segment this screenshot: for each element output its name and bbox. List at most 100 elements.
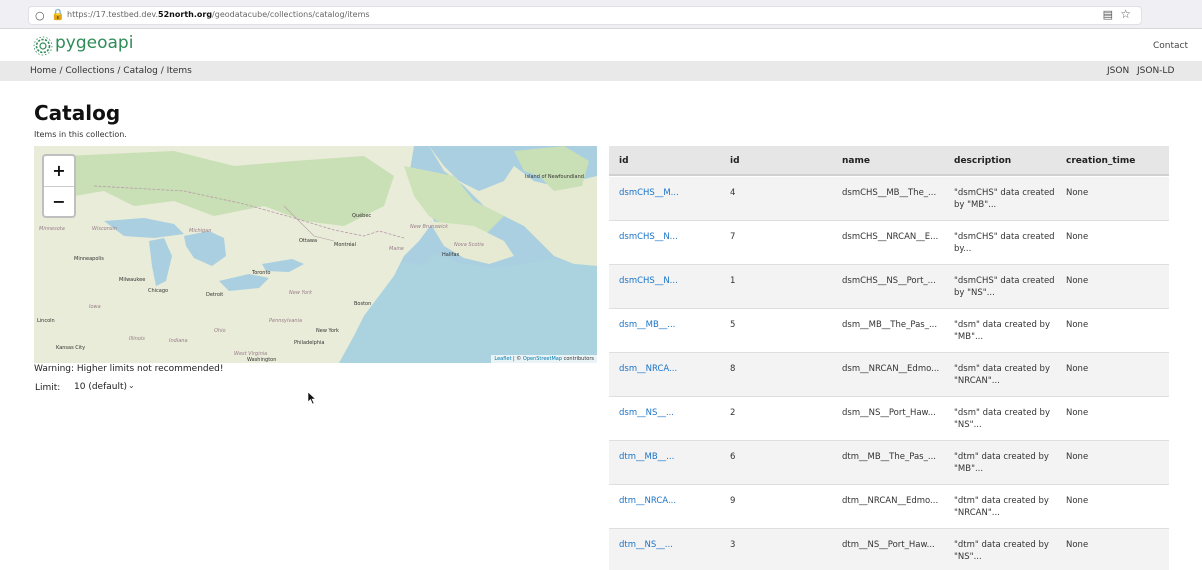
item-creation-time: None [1066,188,1089,198]
map-label-maine: Maine [389,246,405,252]
item-link[interactable]: dtm__NRCA... [619,495,676,507]
map-label-kansas-city: Kansas City [56,345,86,351]
breadcrumb[interactable]: Home / Collections / Catalog / Items [30,66,192,76]
map-label-washington: Washington [247,357,277,363]
browser-toolbar: ○ 🔒 https://17.testbed.dev.52north.org/g… [0,0,1202,29]
column-header-name[interactable]: name [842,156,870,166]
page-subtitle: Items in this collection. [34,130,127,139]
map-attribution: Leaflet | © OpenStreetMap contributors [491,355,597,363]
map-label-montreal: Montréal [334,242,356,248]
item-id: 1 [730,276,736,286]
table-row: dsmCHS__N... 7 dsmCHS__NRCAN__E... "dsmC… [609,221,1169,265]
limit-warning: Warning: Higher limits not recommended! [34,364,224,374]
map-zoom-control: + − [42,154,76,218]
item-id: 6 [730,452,736,462]
item-creation-time: None [1066,408,1089,418]
site-header [0,29,1202,60]
table-row: dsm__NS__... 2 dsm__NS__Port_Haw... "dsm… [609,397,1169,441]
item-name: dtm__NRCAN__Edmo... [842,496,939,506]
item-name: dsm__NS__Port_Haw... [842,408,936,418]
jsonld-link[interactable]: JSON-LD [1137,66,1174,76]
item-description: "dsm" data created by "NS"... [954,408,1050,430]
item-id: 4 [730,188,736,198]
item-creation-time: None [1066,320,1089,330]
osm-link[interactable]: OpenStreetMap [523,356,562,362]
map-label-ottawa: Ottawa [299,238,318,244]
item-name: dtm__MB__The_Pas_... [842,452,936,462]
table-row: dsmCHS__N... 1 dsmCHS__NS__Port_... "dsm… [609,265,1169,309]
lock-icon[interactable]: 🔒 [51,8,65,21]
map-label-pennsylvania: Pennsylvania [269,318,303,324]
item-creation-time: None [1066,364,1089,374]
zoom-in-button[interactable]: + [44,156,74,186]
leaflet-link[interactable]: Leaflet [494,356,511,362]
map-label-newyork: New York [316,328,339,334]
zoom-out-button[interactable]: − [44,186,74,216]
item-link[interactable]: dsmCHS__N... [619,231,678,243]
item-name: dsmCHS__NS__Port_... [842,276,936,286]
limit-label: Limit: [35,383,61,393]
table-row: dsmCHS__M... 4 dsmCHS__MB__The_... "dsmC… [609,177,1169,221]
shield-icon[interactable]: ○ [35,9,45,22]
json-link[interactable]: JSON [1107,66,1129,76]
map-label-newyork-state: New York [289,290,313,296]
item-id: 2 [730,408,736,418]
map-label-ohio: Ohio [214,328,226,334]
map-label-halifax: Halifax [442,252,460,258]
chevron-down-icon: ⌄ [128,381,135,390]
table-row: dtm__NS__... 3 dtm__NS__Port_Haw... "dtm… [609,529,1169,570]
bookmark-star-icon[interactable]: ☆ [1120,7,1131,21]
item-id: 8 [730,364,736,374]
map-label-michigan: Michigan [189,228,212,234]
item-link[interactable]: dsm__MB__... [619,319,675,331]
url-text[interactable]: https://17.testbed.dev.52north.org/geoda… [67,10,370,19]
item-name: dsmCHS__NRCAN__E... [842,232,939,242]
map-label-indiana: Indiana [169,338,188,344]
item-creation-time: None [1066,276,1089,286]
pygeoapi-logo-icon[interactable] [33,36,53,56]
map-label-chicago: Chicago [148,288,169,294]
item-name: dsmCHS__MB__The_... [842,188,937,198]
map-label-iowa: Iowa [89,304,101,310]
item-description: "dsm" data created by "MB"... [954,320,1050,342]
map-label-boston: Boston [354,301,372,307]
table-row: dsm__NRCA... 8 dsm__NRCAN__Edmo... "dsm"… [609,353,1169,397]
item-creation-time: None [1066,452,1089,462]
item-description: "dsmCHS" data created by "NS"... [954,276,1055,298]
map-label-wisconsin: Wisconsin [92,226,118,232]
item-description: "dtm" data created by "NRCAN"... [954,496,1049,518]
item-id: 3 [730,540,736,550]
item-name: dsm__MB__The_Pas_... [842,320,938,330]
item-description: "dsmCHS" data created by... [954,232,1055,254]
item-link[interactable]: dsmCHS__N... [619,275,678,287]
contact-link[interactable]: Contact [1153,41,1188,51]
item-description: "dsm" data created by "NRCAN"... [954,364,1050,386]
mouse-cursor-icon [307,391,317,405]
item-link[interactable]: dtm__MB__... [619,451,674,463]
item-id: 5 [730,320,736,330]
item-link[interactable]: dtm__NS__... [619,539,673,551]
limit-select[interactable]: 10 (default) ⌄ [62,379,140,396]
limit-select-value: 10 (default) [74,382,128,392]
item-id: 7 [730,232,736,242]
item-link[interactable]: dsm__NS__... [619,407,674,419]
item-creation-time: None [1066,232,1089,242]
column-header-description[interactable]: description [954,156,1011,166]
map-label-minnesota: Minnesota [39,226,65,232]
table-header: id id name description creation_time [609,146,1169,176]
item-link[interactable]: dsm__NRCA... [619,363,677,375]
reader-view-icon[interactable]: ▤ [1103,8,1113,21]
items-map[interactable]: Island of Newfoundland Québec Ottawa Mon… [34,146,597,363]
item-description: "dsmCHS" data created by "MB"... [954,188,1055,210]
column-header-id-2[interactable]: id [730,156,740,166]
map-label-toronto: Toronto [252,270,271,276]
item-id: 9 [730,496,736,506]
address-bar[interactable]: ○ 🔒 https://17.testbed.dev.52north.org/g… [28,6,1142,25]
column-header-creation-time[interactable]: creation_time [1066,156,1135,166]
column-header-id[interactable]: id [619,156,629,166]
brand-name[interactable]: pygeoapi [55,33,133,53]
item-link[interactable]: dsmCHS__M... [619,187,679,199]
page-title: Catalog [34,101,121,125]
map-label-nova-scotia: Nova Scotia [454,242,484,248]
map-label-illinois: Illinois [129,336,145,342]
